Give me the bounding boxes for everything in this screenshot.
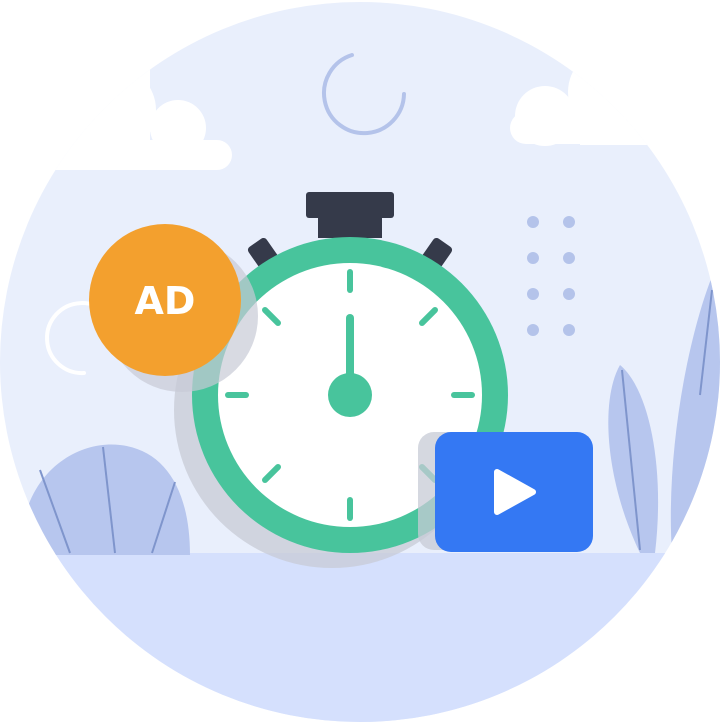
play-button-icon <box>435 432 593 552</box>
ad-badge: AD <box>89 224 241 376</box>
stopwatch-stem <box>318 216 382 238</box>
ground <box>0 553 720 722</box>
illustration: AD <box>0 2 720 722</box>
stopwatch-center <box>328 373 372 417</box>
ad-badge-label: AD <box>135 279 196 323</box>
stopwatch-crown <box>306 192 394 218</box>
